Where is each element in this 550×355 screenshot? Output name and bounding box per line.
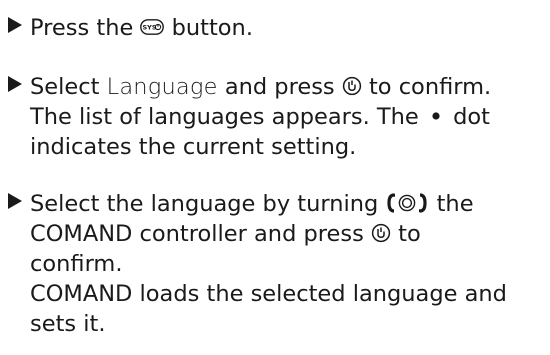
menu-item-name: Language <box>106 74 218 100</box>
step-3-text: Select the language by turning the COMAN… <box>30 189 545 339</box>
step-text: confirm. <box>30 251 123 277</box>
step-text: COMAND loads the selected language and <box>30 281 507 307</box>
step-text: sets it. <box>30 311 106 337</box>
step-text: indicates the current setting. <box>30 134 357 160</box>
step-bullet-icon <box>8 193 22 209</box>
step-bullet-icon <box>8 17 22 33</box>
sys-button-icon: SYS <box>140 18 165 35</box>
press-controller-icon <box>371 223 391 243</box>
press-controller-icon <box>342 76 362 96</box>
svg-text:SYS: SYS <box>143 23 157 31</box>
step-text: dot <box>445 104 490 130</box>
step-text: button. <box>164 15 253 41</box>
step-text: Press the <box>30 15 141 41</box>
step-text: The list of languages appears. The <box>30 104 426 130</box>
step-bullet-icon <box>8 76 22 92</box>
turn-controller-icon <box>385 192 429 214</box>
step-text: to confirm. <box>361 74 492 100</box>
step-text: COMAND controller and press <box>30 221 371 247</box>
step-text: to <box>390 221 421 247</box>
step-text: the <box>429 191 474 217</box>
step-2-text: Select Language and press to confirm. Th… <box>30 72 545 162</box>
current-setting-dot-icon <box>432 111 440 120</box>
step-text: Select the language by turning <box>30 191 386 217</box>
step-1-text: Press the SYS button. <box>30 13 545 43</box>
step-text: Select <box>30 74 107 100</box>
step-text: and press <box>217 74 342 100</box>
